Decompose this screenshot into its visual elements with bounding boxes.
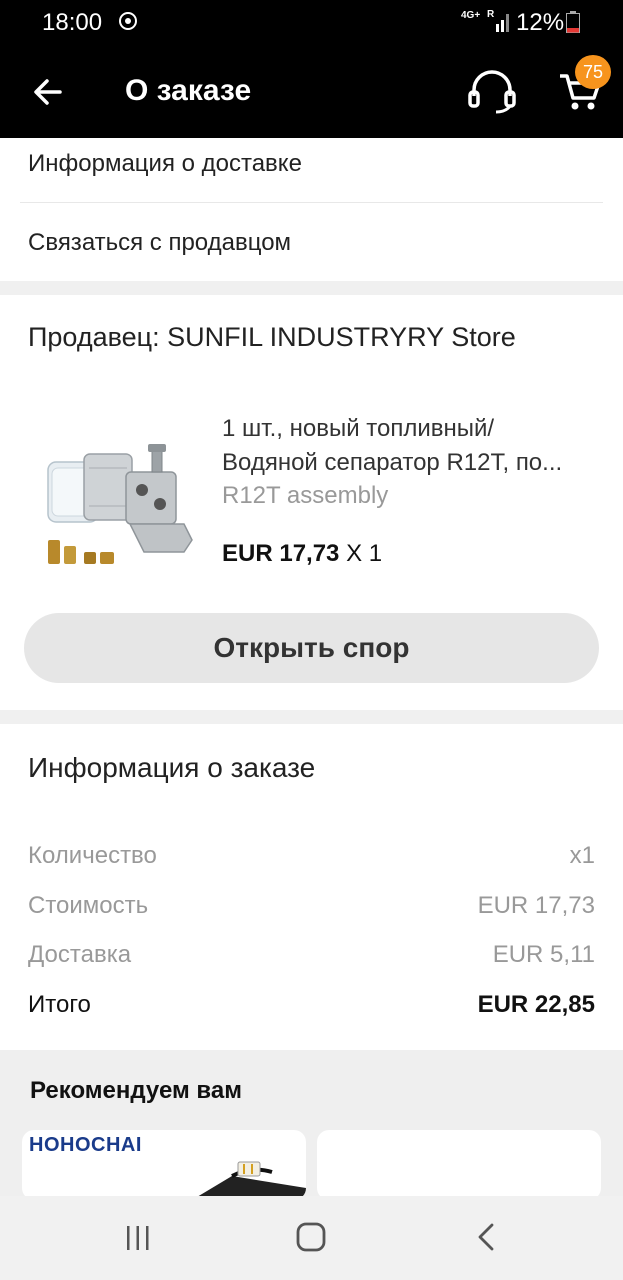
battery-percent: 12% <box>516 9 565 36</box>
product-image[interactable] <box>34 420 204 590</box>
system-nav-bar <box>0 1196 623 1280</box>
shipping-label: Доставка <box>28 941 132 968</box>
contact-seller-label: Связаться с продавцом <box>28 229 292 256</box>
recommend-card-brand: HOHOCHAI <box>29 1134 142 1156</box>
arrow-left-icon[interactable] <box>28 72 68 112</box>
product-price-line: EUR 17,73 X 1 <box>222 540 382 568</box>
recommend-title: Рекомендуем вам <box>30 1077 242 1104</box>
app-bar: О заказе <box>0 44 623 138</box>
open-dispute-button[interactable]: Открыть спор <box>24 613 599 683</box>
recommend-section: Рекомендуем вам HOHOCHAI <box>0 1050 623 1200</box>
battery-icon <box>566 11 580 33</box>
order-info-row: Стоимость EUR 17,73 <box>28 892 595 926</box>
product-variant: R12T assembly <box>222 482 389 509</box>
headset-icon[interactable] <box>466 70 518 114</box>
quantity-label: Количество <box>28 842 157 869</box>
home-icon[interactable] <box>294 1220 328 1254</box>
quantity-value: x1 <box>569 842 595 869</box>
status-time: 18:00 <box>42 9 103 36</box>
order-info-total-row: Итого EUR 22,85 <box>28 991 595 1025</box>
order-info-row: Доставка EUR 5,11 <box>28 941 595 975</box>
recent-apps-icon[interactable] <box>122 1222 154 1254</box>
section-gap <box>0 281 623 295</box>
total-label: Итого <box>28 991 91 1018</box>
product-quantity: X 1 <box>346 540 383 567</box>
product-price: EUR 17,73 <box>222 540 340 567</box>
delivery-info-label: Информация о доставке <box>28 150 302 177</box>
product-title[interactable]: 1 шт., новый топливный/ Водяной сепарато… <box>222 412 602 480</box>
page-title: О заказе <box>125 74 252 107</box>
status-bar: 18:00 4G+ R 12% <box>0 0 623 44</box>
sync-icon <box>119 12 137 30</box>
cost-label: Стоимость <box>28 892 149 919</box>
order-info-title: Информация о заказе <box>28 752 316 783</box>
product-title-line2: Водяной сепаратор R12T, по... <box>222 449 563 476</box>
seller-title[interactable]: Продавец: SUNFIL INDUSTRYRY Store <box>28 322 516 353</box>
order-info-row: Количество x1 <box>28 842 595 876</box>
back-nav-icon[interactable] <box>474 1220 498 1254</box>
delivery-info-row[interactable]: Информация о доставке <box>0 138 623 202</box>
shipping-value: EUR 5,11 <box>492 941 595 968</box>
recommend-card[interactable]: HOHOCHAI <box>22 1130 306 1200</box>
cart-badge: 75 <box>575 55 611 89</box>
contact-seller-row[interactable]: Связаться с продавцом <box>0 203 623 281</box>
product-title-line1: 1 шт., новый топливный/ <box>222 415 495 442</box>
signal-icon <box>496 14 509 32</box>
total-value: EUR 22,85 <box>477 991 595 1018</box>
section-gap <box>0 710 623 724</box>
recommend-card[interactable] <box>317 1130 601 1200</box>
recommend-product-image <box>192 1161 306 1200</box>
cost-value: EUR 17,73 <box>477 892 595 919</box>
